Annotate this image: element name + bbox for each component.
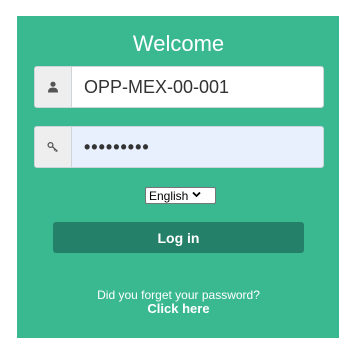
- login-button[interactable]: Log in: [53, 222, 304, 253]
- login-panel: Welcome OPP-MEX-00-001 ••••••••• English…: [17, 16, 339, 338]
- forgot-text: Did you forget your password?: [97, 288, 260, 302]
- forgot-link[interactable]: Click here: [17, 302, 339, 316]
- username-field[interactable]: OPP-MEX-00-001: [34, 66, 324, 108]
- key-icon: [35, 127, 72, 167]
- user-icon: [35, 67, 72, 107]
- language-select[interactable]: English: [145, 187, 216, 204]
- username-value[interactable]: OPP-MEX-00-001: [72, 67, 323, 107]
- welcome-title: Welcome: [132, 31, 225, 56]
- password-value[interactable]: •••••••••: [72, 127, 323, 167]
- language-selected: English: [149, 188, 189, 203]
- forgot-password: Did you forget your password? Click here: [17, 288, 339, 316]
- password-field[interactable]: •••••••••: [34, 126, 324, 168]
- chevron-down-icon: [192, 190, 201, 201]
